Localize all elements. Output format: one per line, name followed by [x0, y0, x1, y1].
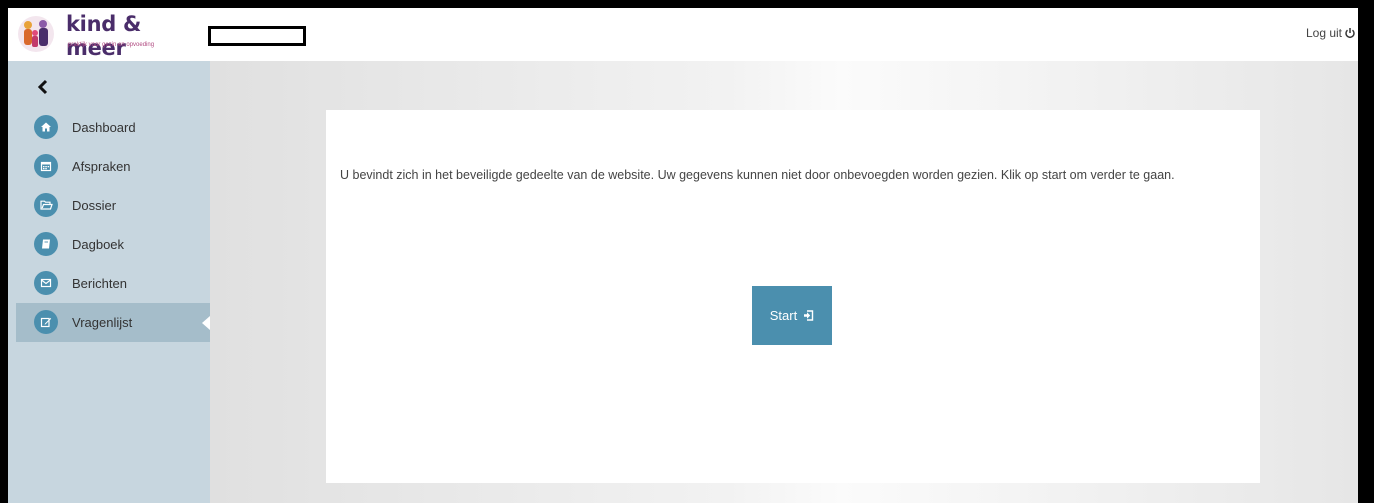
edit-icon: [34, 310, 58, 334]
calendar-icon: [34, 154, 58, 178]
sidebar-item-dagboek[interactable]: Dagboek: [16, 225, 210, 264]
sidebar-item-dossier[interactable]: Dossier: [16, 186, 210, 225]
home-icon: [34, 115, 58, 139]
power-icon: [1345, 28, 1355, 39]
sidebar-item-label: Berichten: [72, 276, 127, 291]
sidebar-item-label: Dagboek: [72, 237, 125, 252]
start-button[interactable]: Start: [752, 286, 832, 345]
active-indicator: [202, 316, 210, 330]
sign-in-icon: [804, 310, 814, 321]
info-card: U bevindt zich in het beveiligde gedeelt…: [326, 110, 1260, 483]
brand-tagline: praktijk voor gezin en opvoeding: [68, 42, 155, 48]
app-window: kind & meer praktijk voor gezin en opvoe…: [8, 8, 1358, 503]
logout-label: Log uit: [1305, 26, 1342, 40]
sidebar-item-label: Afspraken: [72, 159, 131, 174]
brand-name: kind & meer: [66, 12, 141, 60]
book-icon: [34, 232, 58, 256]
main-content: U bevindt zich in het beveiligde gedeelt…: [210, 61, 1358, 503]
start-label: Start: [769, 308, 798, 323]
sidebar-item-label: Dossier: [72, 198, 117, 213]
sidebar-item-label: Vragenlijst: [72, 315, 133, 330]
sidebar-item-afspraken[interactable]: Afspraken: [16, 147, 210, 186]
screen-frame: kind & meer praktijk voor gezin en opvoe…: [0, 0, 1374, 503]
sidebar-item-berichten[interactable]: Berichten: [16, 264, 210, 303]
envelope-icon: [34, 271, 58, 295]
sidebar-nav: Dashboard Afspraken Dossier Dagboek Beri…: [16, 108, 210, 342]
family-logo-icon: [18, 16, 54, 52]
sidebar: Dashboard Afspraken Dossier Dagboek Beri…: [8, 61, 210, 503]
redacted-field: [208, 26, 306, 46]
logout-link[interactable]: Log uit: [1306, 26, 1356, 40]
sidebar-item-dashboard[interactable]: Dashboard: [16, 108, 210, 147]
security-message: U bevindt zich in het beveiligde gedeelt…: [340, 168, 1175, 182]
sidebar-item-vragenlijst[interactable]: Vragenlijst: [16, 303, 210, 342]
chevron-left-icon[interactable]: [34, 77, 54, 97]
folder-icon: [34, 193, 58, 217]
logo[interactable]: kind & meer praktijk voor gezin en opvoe…: [14, 12, 204, 60]
sidebar-item-label: Dashboard: [72, 120, 136, 135]
top-bar: kind & meer praktijk voor gezin en opvoe…: [8, 8, 1358, 61]
